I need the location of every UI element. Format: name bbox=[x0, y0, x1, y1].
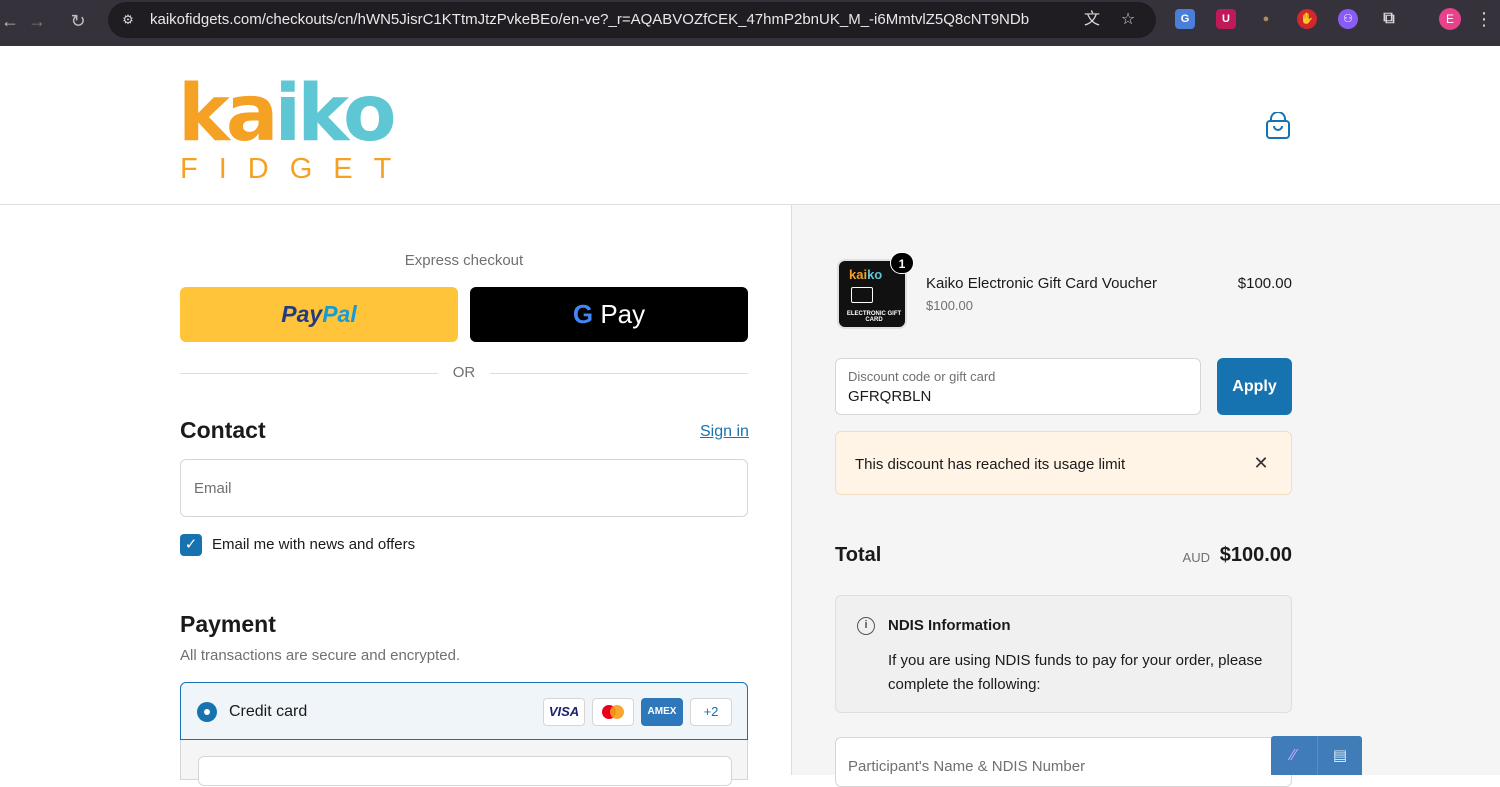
more-cards-badge: +2 bbox=[690, 698, 732, 726]
extension-icon[interactable]: ⚇ bbox=[1338, 9, 1358, 29]
gift-card-icon bbox=[851, 287, 873, 303]
total-currency: AUD bbox=[1182, 550, 1210, 565]
shopping-bag-icon[interactable] bbox=[1265, 112, 1291, 140]
discount-code-input[interactable]: GFRQRBLN bbox=[848, 388, 931, 405]
site-header: kaiko FIDGETS bbox=[0, 46, 1500, 205]
product-subtitle: $100.00 bbox=[926, 298, 973, 313]
back-icon[interactable]: ← bbox=[0, 9, 22, 33]
paypal-button[interactable]: PayPal bbox=[180, 287, 458, 342]
card-number-field[interactable] bbox=[198, 756, 732, 786]
credit-card-label[interactable]: Credit card bbox=[229, 703, 307, 721]
extensions-puzzle-icon[interactable]: ⧉ bbox=[1379, 9, 1399, 29]
close-icon[interactable]: ✕ bbox=[1249, 451, 1273, 475]
mastercard-icon bbox=[592, 698, 634, 726]
stop-extension-icon[interactable]: ✋ bbox=[1297, 9, 1317, 29]
participant-label: Participant's Name & NDIS Number bbox=[848, 758, 1086, 775]
newsletter-checkbox[interactable]: ✓ bbox=[180, 534, 202, 556]
ublock-extension-icon[interactable]: U bbox=[1216, 9, 1236, 29]
discount-error-text: This discount has reached its usage limi… bbox=[855, 456, 1126, 473]
pen-icon[interactable]: ⁄⁄ bbox=[1271, 736, 1316, 775]
discount-label: Discount code or gift card bbox=[848, 369, 996, 384]
svg-text:kaiko: kaiko bbox=[178, 69, 394, 159]
discount-code-field[interactable]: Discount code or gift card GFRQRBLN bbox=[835, 358, 1201, 415]
document-icon[interactable]: ▤ bbox=[1317, 736, 1362, 775]
apply-discount-button[interactable]: Apply bbox=[1217, 358, 1292, 415]
ndis-body: If you are using NDIS funds to pay for y… bbox=[888, 652, 1263, 693]
address-bar[interactable]: ⚙ kaikofidgets.com/checkouts/cn/hWN5Jisr… bbox=[108, 2, 1156, 38]
bookmark-star-icon[interactable]: ☆ bbox=[1118, 10, 1138, 30]
newsletter-label[interactable]: Email me with news and offers bbox=[212, 536, 415, 553]
floating-widget: ⁄⁄ ▤ bbox=[1271, 736, 1362, 775]
thumbnail-caption: ELECTRONIC GIFT CARD bbox=[846, 311, 902, 323]
svg-text:FIDGETS: FIDGETS bbox=[180, 153, 410, 185]
email-field[interactable] bbox=[180, 459, 748, 517]
sign-in-link[interactable]: Sign in bbox=[700, 423, 749, 441]
ndis-title: NDIS Information bbox=[888, 617, 1011, 634]
card-details-panel bbox=[180, 740, 748, 786]
participant-name-field[interactable]: Participant's Name & NDIS Number bbox=[835, 737, 1292, 787]
browser-menu-icon[interactable]: ⋮ bbox=[1475, 8, 1493, 30]
extension-icon[interactable]: ● bbox=[1256, 9, 1276, 29]
ndis-info-panel: i NDIS Information If you are using NDIS… bbox=[835, 595, 1292, 713]
or-divider: OR bbox=[180, 363, 748, 383]
divider-line bbox=[490, 373, 748, 374]
quantity-badge: 1 bbox=[890, 252, 914, 274]
google-pay-button[interactable]: G Pay bbox=[470, 287, 748, 342]
paypal-logo-part1: Pay bbox=[281, 301, 323, 327]
kaiko-fidgets-logo[interactable]: kaiko FIDGETS bbox=[178, 68, 410, 186]
site-info-icon[interactable]: ⚙ bbox=[118, 10, 138, 30]
product-name: Kaiko Electronic Gift Card Voucher bbox=[926, 275, 1157, 292]
visa-icon: VISA bbox=[543, 698, 585, 726]
payment-heading: Payment bbox=[180, 611, 276, 637]
amex-icon: AMEX bbox=[641, 698, 683, 726]
order-summary: kaiko ELECTRONIC GIFT CARD 1 Kaiko Elect… bbox=[792, 205, 1500, 787]
credit-card-option[interactable]: Credit card VISA AMEX +2 bbox=[180, 682, 748, 740]
email-input[interactable] bbox=[181, 460, 747, 516]
contact-heading: Contact bbox=[180, 417, 266, 443]
profile-avatar[interactable]: E bbox=[1439, 8, 1461, 30]
browser-toolbar: ← → ↻ ⚙ kaikofidgets.com/checkouts/cn/hW… bbox=[0, 0, 1500, 46]
info-icon: i bbox=[857, 617, 875, 635]
credit-card-radio[interactable] bbox=[197, 702, 217, 722]
google-g-icon: G bbox=[572, 299, 594, 329]
gpay-label: Pay bbox=[600, 299, 646, 329]
checkout-main: Express checkout PayPal G Pay OR Contact… bbox=[0, 205, 792, 786]
thumbnail-logo: kaiko bbox=[849, 267, 883, 282]
total-amount: $100.00 bbox=[1219, 544, 1292, 566]
reload-icon[interactable]: ↻ bbox=[66, 9, 90, 33]
translate-extension-icon[interactable]: G bbox=[1175, 9, 1195, 29]
translate-icon[interactable]: 文 bbox=[1082, 10, 1102, 30]
discount-error-notice: This discount has reached its usage limi… bbox=[835, 431, 1292, 495]
total-label: Total bbox=[835, 544, 882, 566]
product-price: $100.00 bbox=[1237, 275, 1292, 292]
payment-subtitle: All transactions are secure and encrypte… bbox=[180, 647, 461, 664]
url-text[interactable]: kaikofidgets.com/checkouts/cn/hWN5JisrC1… bbox=[150, 11, 1029, 28]
forward-icon[interactable]: → bbox=[25, 9, 49, 33]
express-checkout-label: Express checkout bbox=[404, 252, 524, 269]
paypal-logo-part2: Pal bbox=[322, 301, 357, 327]
